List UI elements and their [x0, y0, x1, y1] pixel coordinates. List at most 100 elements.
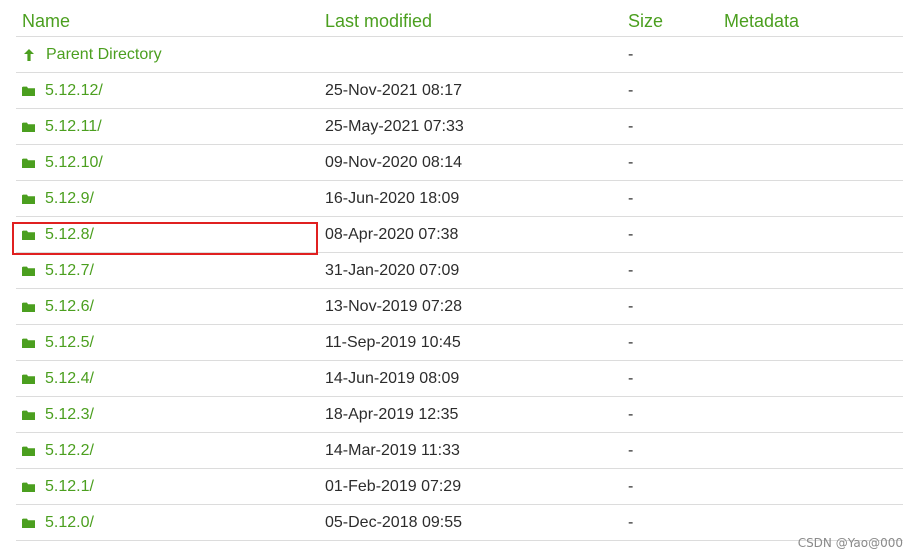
metadata-cell [718, 396, 903, 433]
table-header-row: Name Last modified Size Metadata [16, 6, 903, 37]
table-row: 5.12.7/31-Jan-2020 07:09- [16, 252, 903, 289]
size-cell: - [622, 252, 718, 289]
folder-icon [22, 410, 35, 420]
column-header-metadata[interactable]: Metadata [718, 6, 903, 37]
metadata-cell [718, 144, 903, 181]
modified-cell: 25-May-2021 07:33 [319, 108, 622, 145]
name-cell: 5.12.7/ [16, 252, 319, 289]
modified-cell: 13-Nov-2019 07:28 [319, 288, 622, 325]
folder-link[interactable]: 5.12.12/ [45, 82, 103, 100]
name-cell: 5.12.8/ [16, 216, 319, 253]
metadata-cell [718, 360, 903, 397]
table-row: 5.12.8/08-Apr-2020 07:38- [16, 216, 903, 253]
name-cell: 5.12.11/ [16, 108, 319, 145]
folder-link[interactable]: 5.12.10/ [45, 154, 103, 172]
size-cell: - [622, 144, 718, 181]
folder-link[interactable]: 5.12.2/ [45, 442, 94, 460]
folder-icon [22, 266, 35, 276]
metadata-cell [718, 36, 903, 73]
modified-cell: 31-Jan-2020 07:09 [319, 252, 622, 289]
size-cell: - [622, 504, 718, 541]
modified-cell: 14-Mar-2019 11:33 [319, 432, 622, 469]
size-cell: - [622, 324, 718, 361]
size-cell: - [622, 396, 718, 433]
metadata-cell [718, 252, 903, 289]
folder-icon [22, 338, 35, 348]
name-cell: 5.12.1/ [16, 468, 319, 505]
folder-link[interactable]: 5.12.8/ [45, 226, 94, 244]
modified-cell: 25-Nov-2021 08:17 [319, 72, 622, 109]
size-cell: - [622, 360, 718, 397]
column-header-name[interactable]: Name [16, 6, 319, 37]
name-cell: 5.12.6/ [16, 288, 319, 325]
size-cell: - [622, 72, 718, 109]
metadata-cell [718, 324, 903, 361]
metadata-cell [718, 288, 903, 325]
size-cell: - [622, 108, 718, 145]
file-table: Name Last modified Size Metadata Parent … [16, 6, 903, 541]
folder-icon [22, 122, 35, 132]
name-cell: 5.12.4/ [16, 360, 319, 397]
size-cell: - [622, 432, 718, 469]
table-row: 5.12.12/25-Nov-2021 08:17- [16, 72, 903, 109]
modified-cell: 14-Jun-2019 08:09 [319, 360, 622, 397]
modified-cell: 05-Dec-2018 09:55 [319, 504, 622, 541]
folder-icon [22, 158, 35, 168]
name-cell: 5.12.12/ [16, 72, 319, 109]
metadata-cell [718, 72, 903, 109]
parent-directory-link[interactable]: Parent Directory [46, 46, 162, 64]
size-cell: - [622, 36, 718, 73]
folder-icon [22, 482, 35, 492]
table-row: 5.12.3/18-Apr-2019 12:35- [16, 396, 903, 433]
table-row: 5.12.0/05-Dec-2018 09:55- [16, 504, 903, 541]
size-cell: - [622, 180, 718, 217]
up-arrow-icon [24, 48, 34, 61]
name-cell: Parent Directory [16, 36, 319, 73]
folder-link[interactable]: 5.12.5/ [45, 334, 94, 352]
folder-link[interactable]: 5.12.4/ [45, 370, 94, 388]
metadata-cell [718, 468, 903, 505]
watermark: CSDN @Yao@000 [797, 536, 903, 550]
column-header-size[interactable]: Size [622, 6, 718, 37]
name-cell: 5.12.10/ [16, 144, 319, 181]
name-cell: 5.12.2/ [16, 432, 319, 469]
directory-listing: Name Last modified Size Metadata Parent … [0, 0, 917, 558]
size-cell: - [622, 216, 718, 253]
folder-link[interactable]: 5.12.11/ [45, 118, 102, 136]
folder-link[interactable]: 5.12.9/ [45, 190, 94, 208]
folder-link[interactable]: 5.12.0/ [45, 514, 94, 532]
name-cell: 5.12.5/ [16, 324, 319, 361]
folder-icon [22, 302, 35, 312]
table-row: 5.12.11/25-May-2021 07:33- [16, 108, 903, 145]
metadata-cell [718, 108, 903, 145]
folder-icon [22, 446, 35, 456]
metadata-cell [718, 432, 903, 469]
table-row: 5.12.4/14-Jun-2019 08:09- [16, 360, 903, 397]
folder-icon [22, 374, 35, 384]
name-cell: 5.12.0/ [16, 504, 319, 541]
name-cell: 5.12.3/ [16, 396, 319, 433]
folder-link[interactable]: 5.12.3/ [45, 406, 94, 424]
metadata-cell [718, 180, 903, 217]
modified-cell: 11-Sep-2019 10:45 [319, 324, 622, 361]
folder-link[interactable]: 5.12.7/ [45, 262, 94, 280]
folder-icon [22, 86, 35, 96]
name-cell: 5.12.9/ [16, 180, 319, 217]
table-row: 5.12.6/13-Nov-2019 07:28- [16, 288, 903, 325]
modified-cell [319, 36, 622, 73]
modified-cell: 09-Nov-2020 08:14 [319, 144, 622, 181]
table-row-parent-directory: Parent Directory - [16, 36, 903, 73]
column-header-last-modified[interactable]: Last modified [319, 6, 622, 37]
folder-link[interactable]: 5.12.1/ [45, 478, 94, 496]
folder-link[interactable]: 5.12.6/ [45, 298, 94, 316]
folder-icon [22, 194, 35, 204]
table-row: 5.12.9/16-Jun-2020 18:09- [16, 180, 903, 217]
metadata-cell [718, 216, 903, 253]
table-row: 5.12.5/11-Sep-2019 10:45- [16, 324, 903, 361]
table-row: 5.12.1/01-Feb-2019 07:29- [16, 468, 903, 505]
folder-icon [22, 518, 35, 528]
modified-cell: 01-Feb-2019 07:29 [319, 468, 622, 505]
size-cell: - [622, 468, 718, 505]
modified-cell: 16-Jun-2020 18:09 [319, 180, 622, 217]
folder-icon [22, 230, 35, 240]
